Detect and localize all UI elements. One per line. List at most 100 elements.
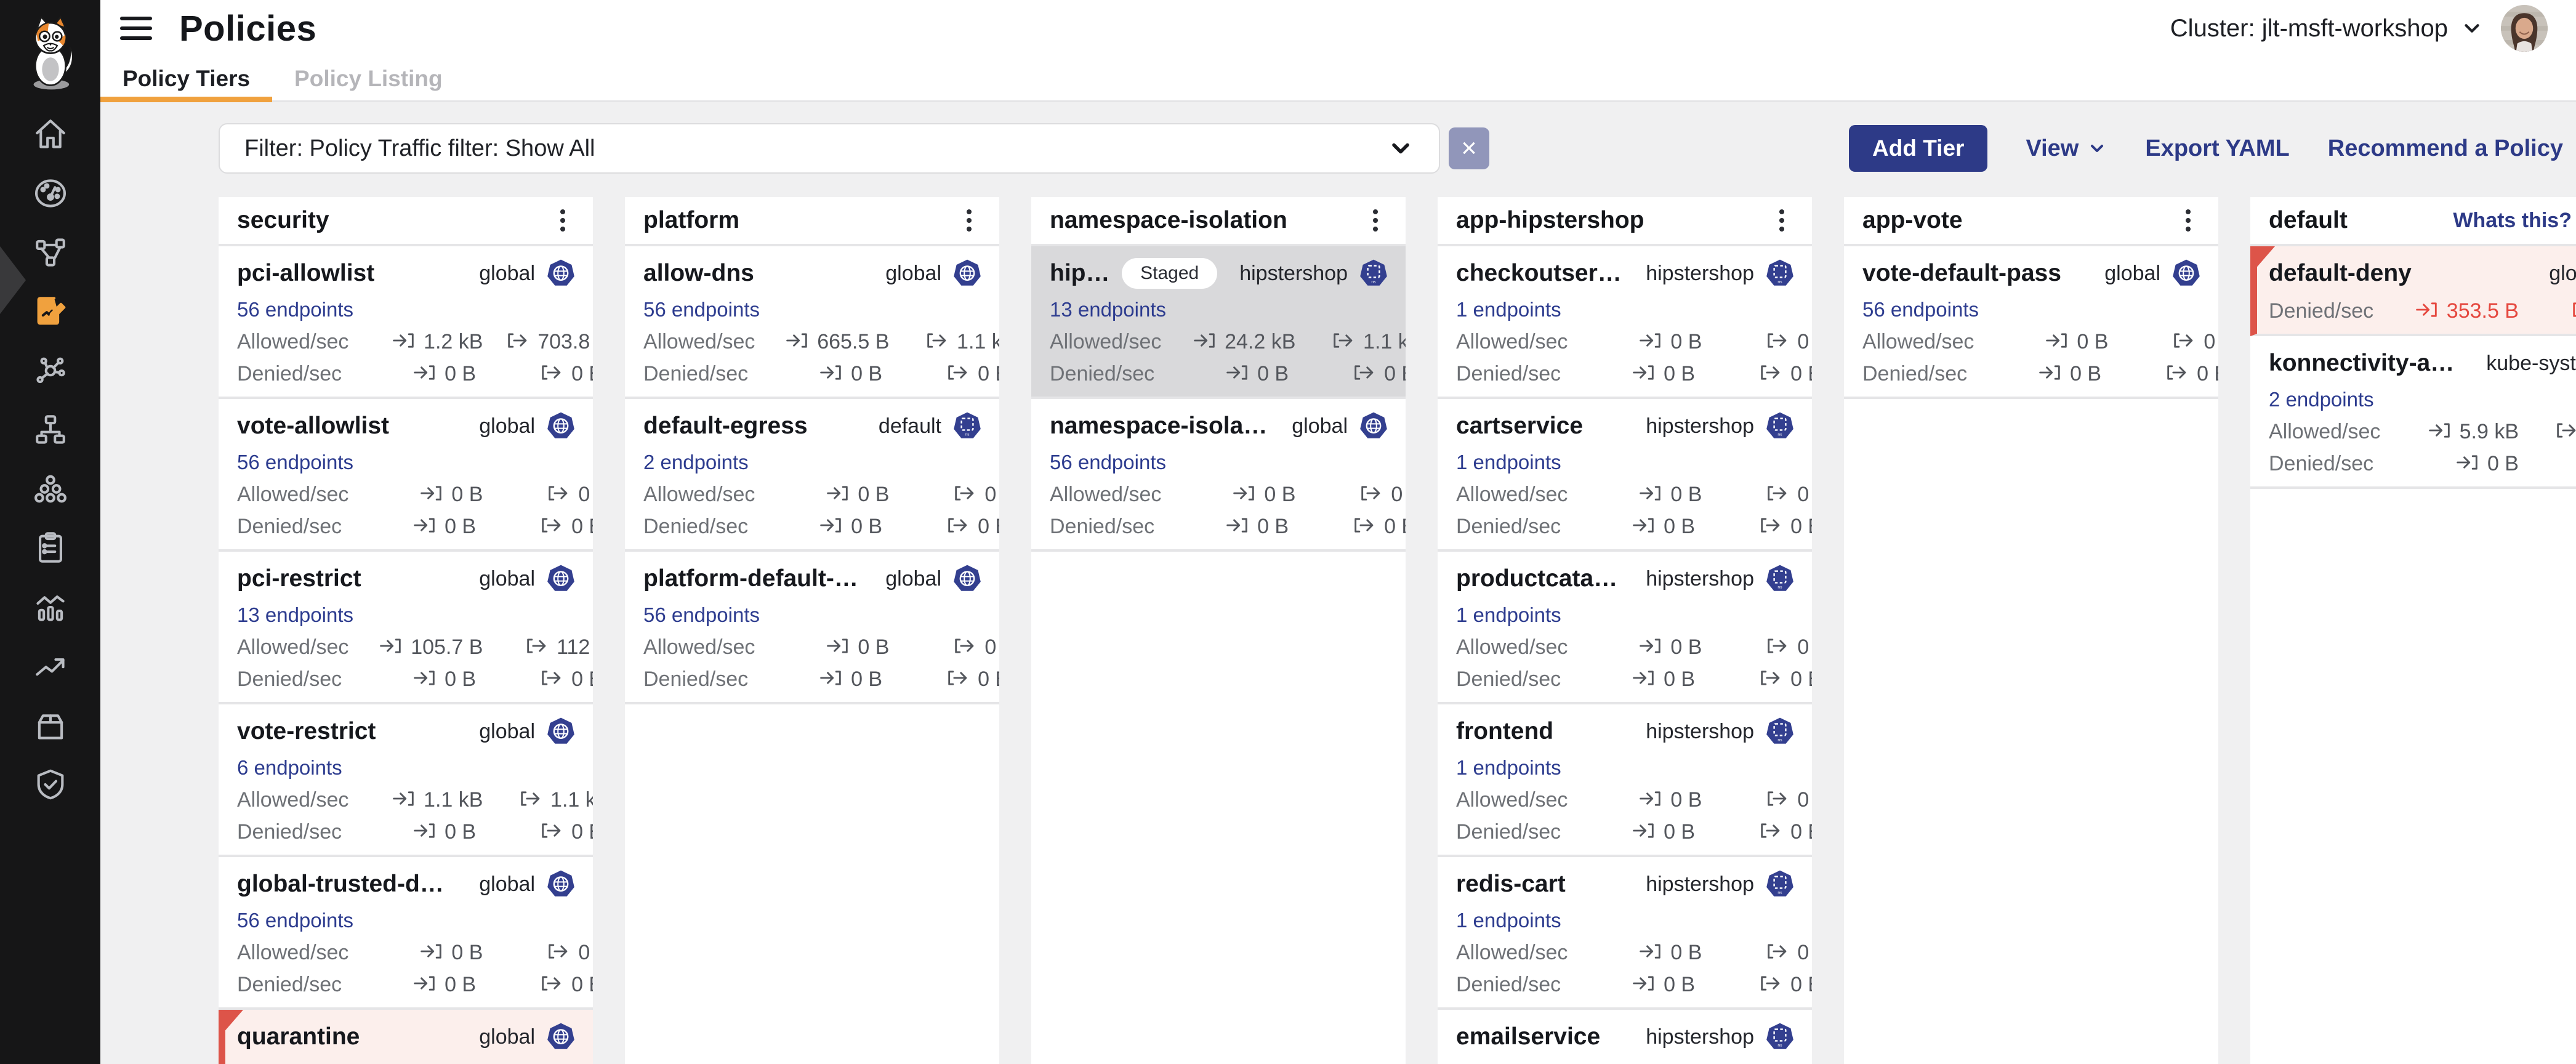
policy-name[interactable]: pci-allowlist xyxy=(237,260,374,287)
policy-card-default-egress[interactable]: default-egressdefaultns2 endpointsAllowe… xyxy=(625,399,999,552)
endpoints-link[interactable]: 56 endpoints xyxy=(237,451,353,474)
cluster-selector[interactable]: Cluster: jlt-msft-workshop xyxy=(2170,15,2484,42)
add-tier-button[interactable]: Add Tier xyxy=(1849,125,1987,172)
policy-name[interactable]: emailservice xyxy=(1456,1023,1600,1050)
traffic-filter-select[interactable]: Filter: Policy Traffic filter: Show All xyxy=(219,123,1440,174)
sidebar-item-molecule[interactable] xyxy=(0,342,100,401)
policy-scope-label: global xyxy=(479,567,535,591)
sidebar-item-bar-chart[interactable] xyxy=(0,579,100,638)
policy-card-quarantine[interactable]: quarantineglobal0 endpoints xyxy=(219,1010,593,1064)
export-yaml-button[interactable]: Export YAML xyxy=(2145,135,2289,162)
policy-card-default-deny[interactable]: default-denyglobalDenied/sec353.5 B96 B xyxy=(2250,246,2576,336)
kebab-menu-icon[interactable] xyxy=(2174,204,2202,236)
endpoints-link[interactable]: 1 endpoints xyxy=(1456,756,1561,780)
sidebar-item-home[interactable] xyxy=(0,106,100,165)
egress-value: 0 B xyxy=(1308,483,1406,507)
endpoints-link[interactable]: 1 endpoints xyxy=(1456,1062,1561,1064)
endpoints-link[interactable]: 0 endpoints xyxy=(237,1062,342,1064)
endpoints-link[interactable]: 56 endpoints xyxy=(237,298,353,321)
sidebar-item-clipboard[interactable] xyxy=(0,520,100,579)
endpoints-link[interactable]: 56 endpoints xyxy=(1050,451,1166,474)
sidebar-item-shield-check[interactable] xyxy=(0,756,100,815)
ingress-bytes: 0 B xyxy=(1670,941,1702,965)
policy-card-emailservice[interactable]: emailservicehipstershopns1 endpointsAllo… xyxy=(1438,1010,1812,1064)
policy-name[interactable]: vote-allowlist xyxy=(237,413,389,440)
recommend-policy-button[interactable]: Recommend a Policy xyxy=(2328,135,2563,162)
policy-card-global-trusted-domains[interactable]: global-trusted-domainsglobal56 endpoints… xyxy=(219,857,593,1010)
policy-name[interactable]: redis-cart xyxy=(1456,871,1566,898)
policy-scope-label: hipstershop xyxy=(1646,567,1754,591)
namespace-icon: ns xyxy=(1765,259,1795,288)
ingress-value: 1.1 kB xyxy=(348,788,483,812)
policy-name[interactable]: frontend xyxy=(1456,718,1553,745)
policy-name[interactable]: checkoutservice xyxy=(1456,260,1624,287)
page-title: Policies xyxy=(179,8,316,49)
endpoints-link[interactable]: 13 endpoints xyxy=(237,603,353,627)
policy-name[interactable]: hipstershop-gh… xyxy=(1050,260,1111,287)
kebab-menu-icon[interactable] xyxy=(955,204,983,236)
hamburger-menu-icon[interactable] xyxy=(120,17,152,40)
endpoints-link[interactable]: 56 endpoints xyxy=(1862,298,1979,321)
policy-card-redis-cart[interactable]: redis-carthipstershopns1 endpointsAllowe… xyxy=(1438,857,1812,1010)
whats-this-link[interactable]: Whats this?? xyxy=(2453,206,2576,235)
endpoints-link[interactable]: 13 endpoints xyxy=(1050,298,1166,321)
endpoints-link[interactable]: 6 endpoints xyxy=(237,756,342,780)
egress-bytes: 0 B xyxy=(571,362,593,386)
endpoints-link[interactable]: 2 endpoints xyxy=(2269,388,2374,411)
policy-name[interactable]: vote-restrict xyxy=(237,718,376,745)
policy-card-pci-allowlist[interactable]: pci-allowlistglobal56 endpointsAllowed/s… xyxy=(219,246,593,399)
policy-name[interactable]: namespace-isolation-default-p… xyxy=(1050,413,1270,440)
sidebar-item-trend-arrow[interactable] xyxy=(0,638,100,697)
ingress-icon xyxy=(1632,669,1656,690)
sidebar-item-tree[interactable] xyxy=(0,401,100,461)
policy-name[interactable]: global-trusted-domains xyxy=(237,871,457,898)
policy-card-hipstershop-gh[interactable]: hipstershop-gh…Stagedhipstershopns13 end… xyxy=(1031,246,1406,399)
endpoints-link[interactable]: 1 endpoints xyxy=(1456,603,1561,627)
tab-policy-listing[interactable]: Policy Listing xyxy=(272,57,465,100)
view-menu-button[interactable]: View xyxy=(2026,135,2107,162)
egress-icon xyxy=(505,331,530,353)
endpoints-link[interactable]: 1 endpoints xyxy=(1456,909,1561,932)
sidebar-item-cluster-dots[interactable] xyxy=(0,461,100,520)
endpoints-link[interactable]: 56 endpoints xyxy=(237,909,353,932)
policy-card-top: vote-default-passglobal xyxy=(1862,256,2201,291)
egress-bytes: 0 B xyxy=(1797,330,1812,354)
egress-value: 0 B xyxy=(901,483,999,507)
policy-name[interactable]: pci-restrict xyxy=(237,565,361,592)
policy-card-cartservice[interactable]: cartservicehipstershopns1 endpointsAllow… xyxy=(1438,399,1812,552)
policy-card-konnectivity-agent[interactable]: konnectivity-agentkube-systemns2 endpoin… xyxy=(2250,336,2576,489)
endpoints-link[interactable]: 1 endpoints xyxy=(1456,451,1561,474)
policy-name[interactable]: vote-default-pass xyxy=(1862,260,2061,287)
kebab-menu-icon[interactable] xyxy=(1768,204,1796,236)
policy-card-productcatalogservice[interactable]: productcatalogservicehipstershopns1 endp… xyxy=(1438,552,1812,704)
policy-card-platform-default-pass[interactable]: platform-default-passglobal56 endpointsA… xyxy=(625,552,999,704)
policy-card-frontend[interactable]: frontendhipstershopns1 endpointsAllowed/… xyxy=(1438,704,1812,857)
policy-card-vote-default-pass[interactable]: vote-default-passglobal56 endpointsAllow… xyxy=(1844,246,2218,399)
clear-filter-button[interactable]: × xyxy=(1449,127,1489,169)
policy-card-allow-dns[interactable]: allow-dnsglobal56 endpointsAllowed/sec66… xyxy=(625,246,999,399)
policy-card-checkoutservice[interactable]: checkoutservicehipstershopns1 endpointsA… xyxy=(1438,246,1812,399)
kebab-menu-icon[interactable] xyxy=(549,204,577,236)
policy-name[interactable]: cartservice xyxy=(1456,413,1583,440)
policy-card-namespace-isolation-default-p[interactable]: namespace-isolation-default-p…global56 e… xyxy=(1031,399,1406,552)
policy-name[interactable]: productcatalogservice xyxy=(1456,565,1624,592)
policy-card-pci-restrict[interactable]: pci-restrictglobal13 endpointsAllowed/se… xyxy=(219,552,593,704)
kebab-menu-icon[interactable] xyxy=(1361,204,1390,236)
policy-name[interactable]: quarantine xyxy=(237,1023,360,1050)
avatar[interactable] xyxy=(2501,5,2548,52)
policy-card-vote-allowlist[interactable]: vote-allowlistglobal56 endpointsAllowed/… xyxy=(219,399,593,552)
policy-name[interactable]: default-egress xyxy=(643,413,808,440)
policy-name[interactable]: platform-default-pass xyxy=(643,565,863,592)
tier-name: app-vote xyxy=(1862,207,1963,234)
policy-card-vote-restrict[interactable]: vote-restrictglobal6 endpointsAllowed/se… xyxy=(219,704,593,857)
endpoints-link[interactable]: 56 endpoints xyxy=(643,298,760,321)
sidebar-item-package[interactable] xyxy=(0,697,100,756)
endpoints-link[interactable]: 56 endpoints xyxy=(643,603,760,627)
tab-policy-tiers[interactable]: Policy Tiers xyxy=(100,57,272,100)
policy-name[interactable]: allow-dns xyxy=(643,260,754,287)
policy-name[interactable]: konnectivity-agent xyxy=(2269,350,2464,377)
sidebar-item-gauge[interactable] xyxy=(0,165,100,224)
endpoints-link[interactable]: 1 endpoints xyxy=(1456,298,1561,321)
policy-name[interactable]: default-deny xyxy=(2269,260,2412,287)
endpoints-link[interactable]: 2 endpoints xyxy=(643,451,749,474)
